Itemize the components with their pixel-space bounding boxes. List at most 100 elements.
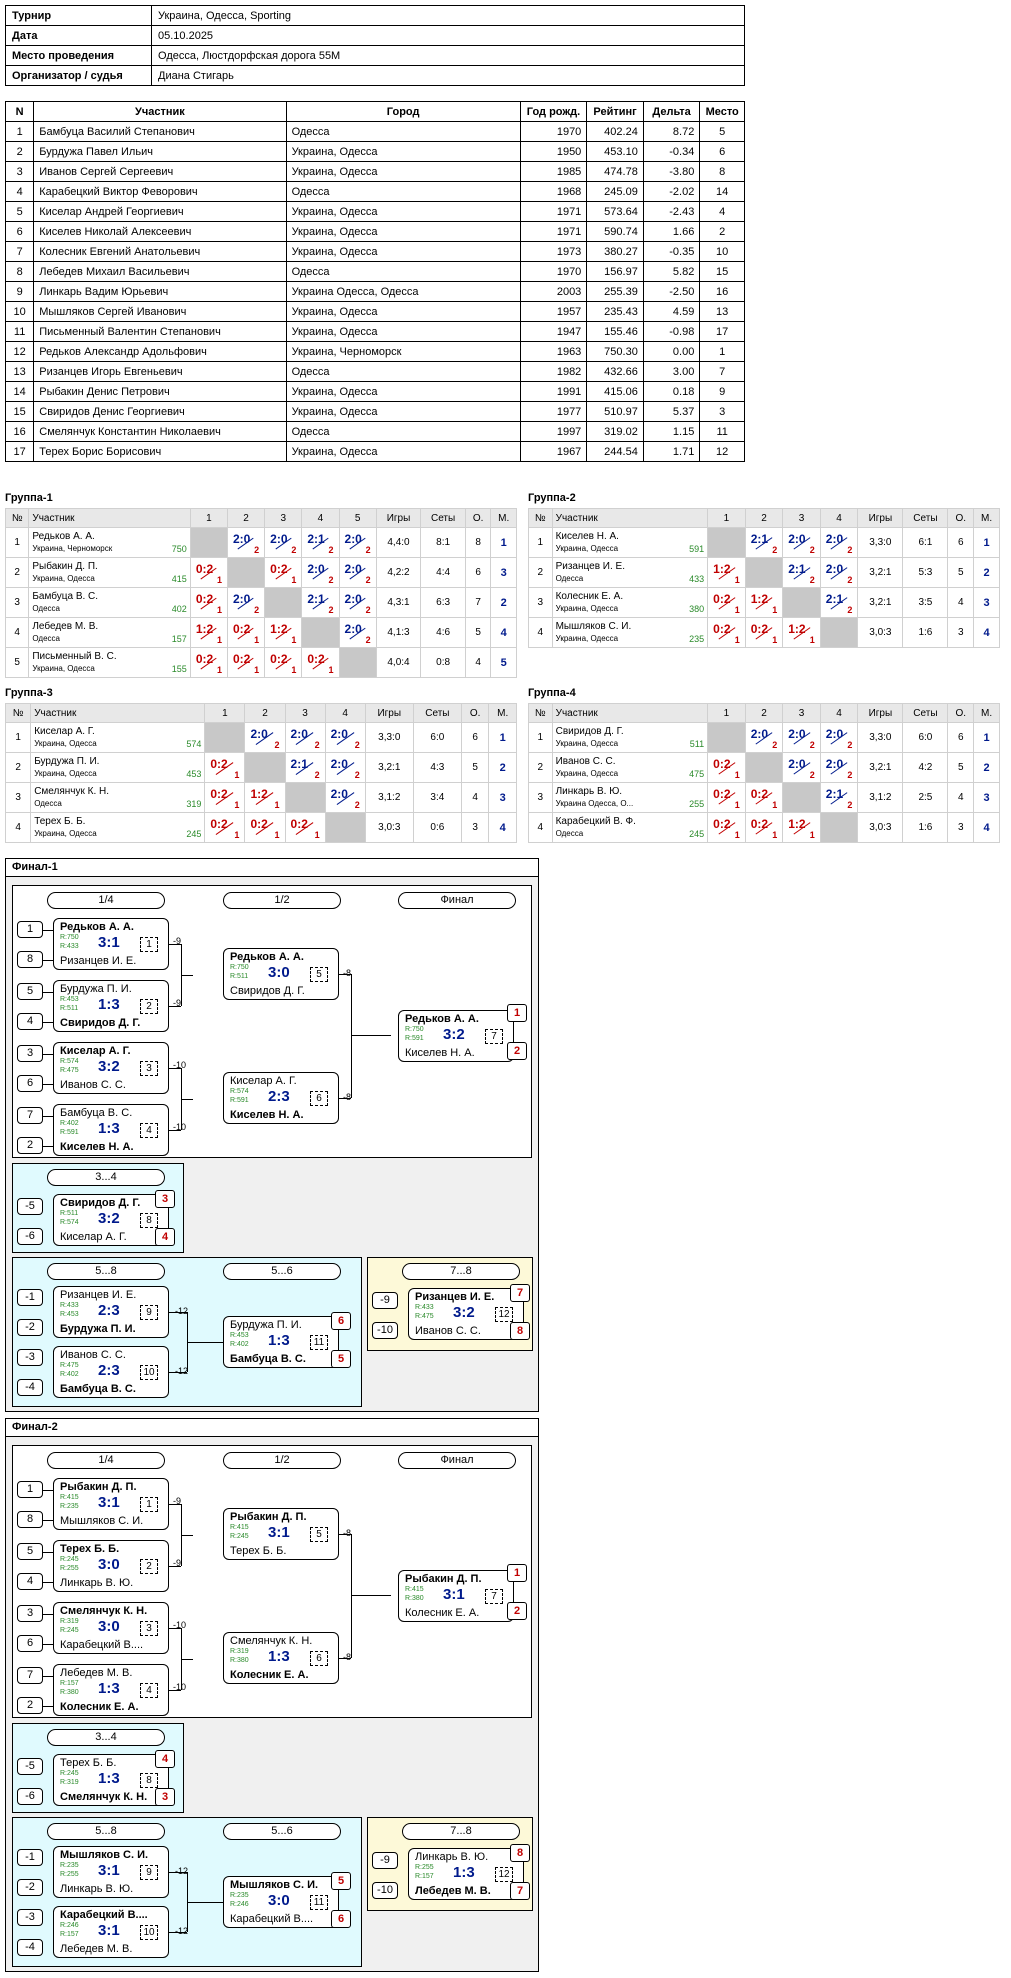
match-box[interactable]: Карабецкий В.... R:246 R:157 3:1 10 Лебедев М…	[53, 1906, 169, 1958]
match-box[interactable]: Лебедев М. В. R:157 R:380 1:3 4 Колесник Е. А…	[53, 1664, 169, 1716]
result-cell[interactable]: 0:2 1	[189, 557, 229, 588]
group-row[interactable]: 1 Киселар А. Г. 574 Украина, Одесса 2:0 2 2:0 2…	[4, 722, 517, 753]
result-cell[interactable]: 1:2 1	[744, 587, 784, 618]
result-cell[interactable]: 0:2 1	[204, 812, 246, 843]
result-cell[interactable]: 0:2 1	[226, 647, 266, 678]
participant-row[interactable]: 9 Линкарь Вадим Юрьевич Украина Одесса, Од…	[4, 281, 745, 302]
participant-row[interactable]: 5 Киселар Андрей Георгиевич Украина, Одесс…	[4, 201, 745, 222]
result-cell[interactable]: 2:0 2	[819, 557, 859, 588]
group-row[interactable]: 1 Редьков А. А. 750 Украина, Черноморск 2:0 2…	[4, 527, 517, 558]
result-cell[interactable]: 2:0 2	[226, 587, 266, 618]
participant-row[interactable]: 6 Киселев Николай Алексеевич Украина, Одес…	[4, 221, 745, 242]
result-cell[interactable]: 2:0 2	[819, 722, 859, 753]
group-row[interactable]: 5 Письменный В. С. 155 Украина, Одесса 0:2 1 0…	[4, 647, 517, 678]
result-cell[interactable]: 2:0 2	[782, 722, 821, 753]
result-cell[interactable]: 2:0 2	[338, 587, 377, 618]
match-box[interactable]: Смелянчук К. Н. R:319 R:245 3:0 3 Карабецкий …	[53, 1602, 169, 1654]
result-cell[interactable]: 2:1 2	[819, 587, 859, 618]
match-box[interactable]: Линкарь В. Ю. R:255 R:157 1:3 12 Лебедев М. В…	[408, 1848, 524, 1900]
result-cell[interactable]: 1:2 1	[244, 782, 286, 813]
result-cell[interactable]: 2:0 2	[782, 527, 821, 558]
match-box[interactable]: Ризанцев И. Е. R:433 R:475 3:2 12 Иванов С. С…	[408, 1288, 524, 1340]
result-cell[interactable]: 2:0 2	[324, 722, 366, 753]
match-box[interactable]: Рыбакин Д. П. R:415 R:235 3:1 1 Мышляков С. И…	[53, 1478, 169, 1530]
result-cell[interactable]: 2:0 2	[744, 722, 784, 753]
result-cell[interactable]: 1:2 1	[264, 617, 303, 648]
result-cell[interactable]: 2:0 2	[338, 557, 377, 588]
participant-row[interactable]: 2 Бурдужа Павел Ильич Украина, Одесса 1950 4…	[4, 141, 745, 162]
result-cell[interactable]: 0:2 1	[744, 782, 784, 813]
group-row[interactable]: 1 Киселев Н. А. 591 Украина, Одесса 2:1 2 2:0 2…	[528, 527, 1000, 558]
match-box[interactable]: Бамбуца В. С. R:402 R:591 1:3 4 Киселев Н. А.	[53, 1104, 169, 1156]
result-cell[interactable]: 2:1 2	[819, 782, 859, 813]
participant-row[interactable]: 10 Мышляков Сергей Иванович Украина, Одесс…	[4, 301, 745, 322]
result-cell[interactable]: 0:2 1	[301, 647, 340, 678]
result-cell[interactable]: 1:2 1	[782, 617, 821, 648]
participant-row[interactable]: 7 Колесник Евгений Анатольевич Украина, Од…	[4, 241, 745, 262]
group-row[interactable]: 3 Смелянчук К. Н. 319 Одесса 0:2 1 1:2 1 2:0 2 3,1…	[4, 782, 517, 813]
result-cell[interactable]: 0:2 1	[707, 587, 746, 618]
match-box[interactable]: Редьков А. А. R:750 R:591 3:2 7 Киселев Н. А.	[398, 1010, 514, 1062]
result-cell[interactable]: 2:0 2	[782, 752, 821, 783]
result-cell[interactable]: 0:2 1	[189, 647, 229, 678]
match-box[interactable]: Терех Б. Б. R:245 R:319 1:3 8 Смелянчук К. Н.	[53, 1754, 169, 1806]
participant-row[interactable]: 12 Редьков Александр Адольфович Украина, Ч…	[4, 341, 745, 362]
participant-row[interactable]: 4 Карабецкий Виктор Феворович Одесса 1968 24…	[4, 181, 745, 202]
participant-row[interactable]: 11 Письменный Валентин Степанович Украина,…	[4, 321, 745, 342]
match-box[interactable]: Бурдужа П. И. R:453 R:402 1:3 11 Бамбуца В. С…	[223, 1316, 339, 1368]
result-cell[interactable]: 2:0 2	[244, 722, 286, 753]
match-box[interactable]: Иванов С. С. R:475 R:402 2:3 10 Бамбуца В. С.	[53, 1346, 169, 1398]
result-cell[interactable]: 2:0 2	[264, 527, 303, 558]
participant-row[interactable]: 17 Терех Борис Борисович Украина, Одесса 19…	[4, 441, 745, 462]
participant-row[interactable]: 14 Рыбакин Денис Петрович Украина, Одесса 1…	[4, 381, 745, 402]
match-box[interactable]: Терех Б. Б. R:245 R:255 3:0 2 Линкарь В. Ю.	[53, 1540, 169, 1592]
result-cell[interactable]: 0:2 1	[244, 812, 286, 843]
match-box[interactable]: Рыбакин Д. П. R:415 R:380 3:1 7 Колесник Е. А…	[398, 1570, 514, 1622]
result-cell[interactable]: 2:0 2	[226, 527, 266, 558]
result-cell[interactable]: 0:2 1	[189, 587, 229, 618]
result-cell[interactable]: 2:1 2	[744, 527, 784, 558]
participant-row[interactable]: 16 Смелянчук Константин Николаевич Одесса 1…	[4, 421, 745, 442]
result-cell[interactable]: 2:1 2	[301, 527, 340, 558]
result-cell[interactable]: 2:0 2	[324, 782, 366, 813]
match-box[interactable]: Свиридов Д. Г. R:511 R:574 3:2 8 Киселар А. Г…	[53, 1194, 169, 1246]
group-row[interactable]: 3 Линкарь В. Ю. 255 Украина Одесса, О... 0:2…	[528, 782, 1000, 813]
result-cell[interactable]: 2:0 2	[819, 752, 859, 783]
result-cell[interactable]: 2:0 2	[284, 722, 326, 753]
result-cell[interactable]: 0:2 1	[204, 782, 246, 813]
result-cell[interactable]: 1:2 1	[707, 557, 746, 588]
result-cell[interactable]: 2:0 2	[338, 617, 377, 648]
match-box[interactable]: Бурдужа П. И. R:453 R:511 1:3 2 Свиридов Д. Г…	[53, 980, 169, 1032]
group-row[interactable]: 3 Бамбуца В. С. 402 Одесса 0:2 1 2:0 2 2:1 2 2:0 2 4…	[4, 587, 517, 618]
result-cell[interactable]: 0:2 1	[204, 752, 246, 783]
participant-row[interactable]: 1 Бамбуца Василий Степанович Одесса 1970 402…	[4, 121, 745, 142]
match-box[interactable]: Рыбакин Д. П. R:415 R:245 3:1 5 Терех Б. Б.	[223, 1508, 339, 1560]
group-row[interactable]: 4 Терех Б. Б. 245 Украина, Одесса 0:2 1 0:2 1 0:…	[4, 812, 517, 843]
group-row[interactable]: 1 Свиридов Д. Г. 511 Украина, Одесса 2:0 2 2:0…	[528, 722, 1000, 753]
match-box[interactable]: Мышляков С. И. R:235 R:246 3:0 11 Карабецкий …	[223, 1876, 339, 1928]
match-box[interactable]: Смелянчук К. Н. R:319 R:380 1:3 6 Колесник Е.…	[223, 1632, 339, 1684]
result-cell[interactable]: 0:2 1	[226, 617, 266, 648]
group-row[interactable]: 4 Лебедев М. В. 157 Одесса 1:2 1 0:2 1 1:2 1 2:0 2 4…	[4, 617, 517, 648]
participant-row[interactable]: 13 Ризанцев Игорь Евгеньевич Одесса 1982 432…	[4, 361, 745, 382]
match-box[interactable]: Киселар А. Г. R:574 R:475 3:2 3 Иванов С. С.	[53, 1042, 169, 1094]
result-cell[interactable]: 2:0 2	[338, 527, 377, 558]
result-cell[interactable]: 2:1 2	[301, 587, 340, 618]
participant-row[interactable]: 3 Иванов Сергей Сергеевич Украина, Одесса 1…	[4, 161, 745, 182]
match-box[interactable]: Мышляков С. И. R:235 R:255 3:1 9 Линкарь В. Ю…	[53, 1846, 169, 1898]
result-cell[interactable]: 2:1 2	[782, 557, 821, 588]
group-row[interactable]: 2 Бурдужа П. И. 453 Украина, Одесса 0:2 1 2:1 2…	[4, 752, 517, 783]
result-cell[interactable]: 0:2 1	[264, 647, 303, 678]
result-cell[interactable]: 2:0 2	[819, 527, 859, 558]
result-cell[interactable]: 0:2 1	[284, 812, 326, 843]
match-box[interactable]: Редьков А. А. R:750 R:511 3:0 5 Свиридов Д. Г…	[223, 948, 339, 1000]
result-cell[interactable]: 0:2 1	[707, 782, 746, 813]
group-row[interactable]: 2 Ризанцев И. Е. 433 Одесса 1:2 1 2:1 2 2:0 2 3,2:…	[528, 557, 1000, 588]
match-box[interactable]: Ризанцев И. Е. R:433 R:453 2:3 9 Бурдужа П. И…	[53, 1286, 169, 1338]
result-cell[interactable]: 2:0 2	[301, 557, 340, 588]
group-row[interactable]: 4 Карабецкий В. Ф. 245 Одесса 0:2 1 0:2 1 1:2 1 3,…	[528, 812, 1000, 843]
result-cell[interactable]: 1:2 1	[782, 812, 821, 843]
participant-row[interactable]: 15 Свиридов Денис Георгиевич Украина, Одес…	[4, 401, 745, 422]
participant-row[interactable]: 8 Лебедев Михаил Васильевич Одесса 1970 156.…	[4, 261, 745, 282]
match-box[interactable]: Редьков А. А. R:750 R:433 3:1 1 Ризанцев И. Е…	[53, 918, 169, 970]
